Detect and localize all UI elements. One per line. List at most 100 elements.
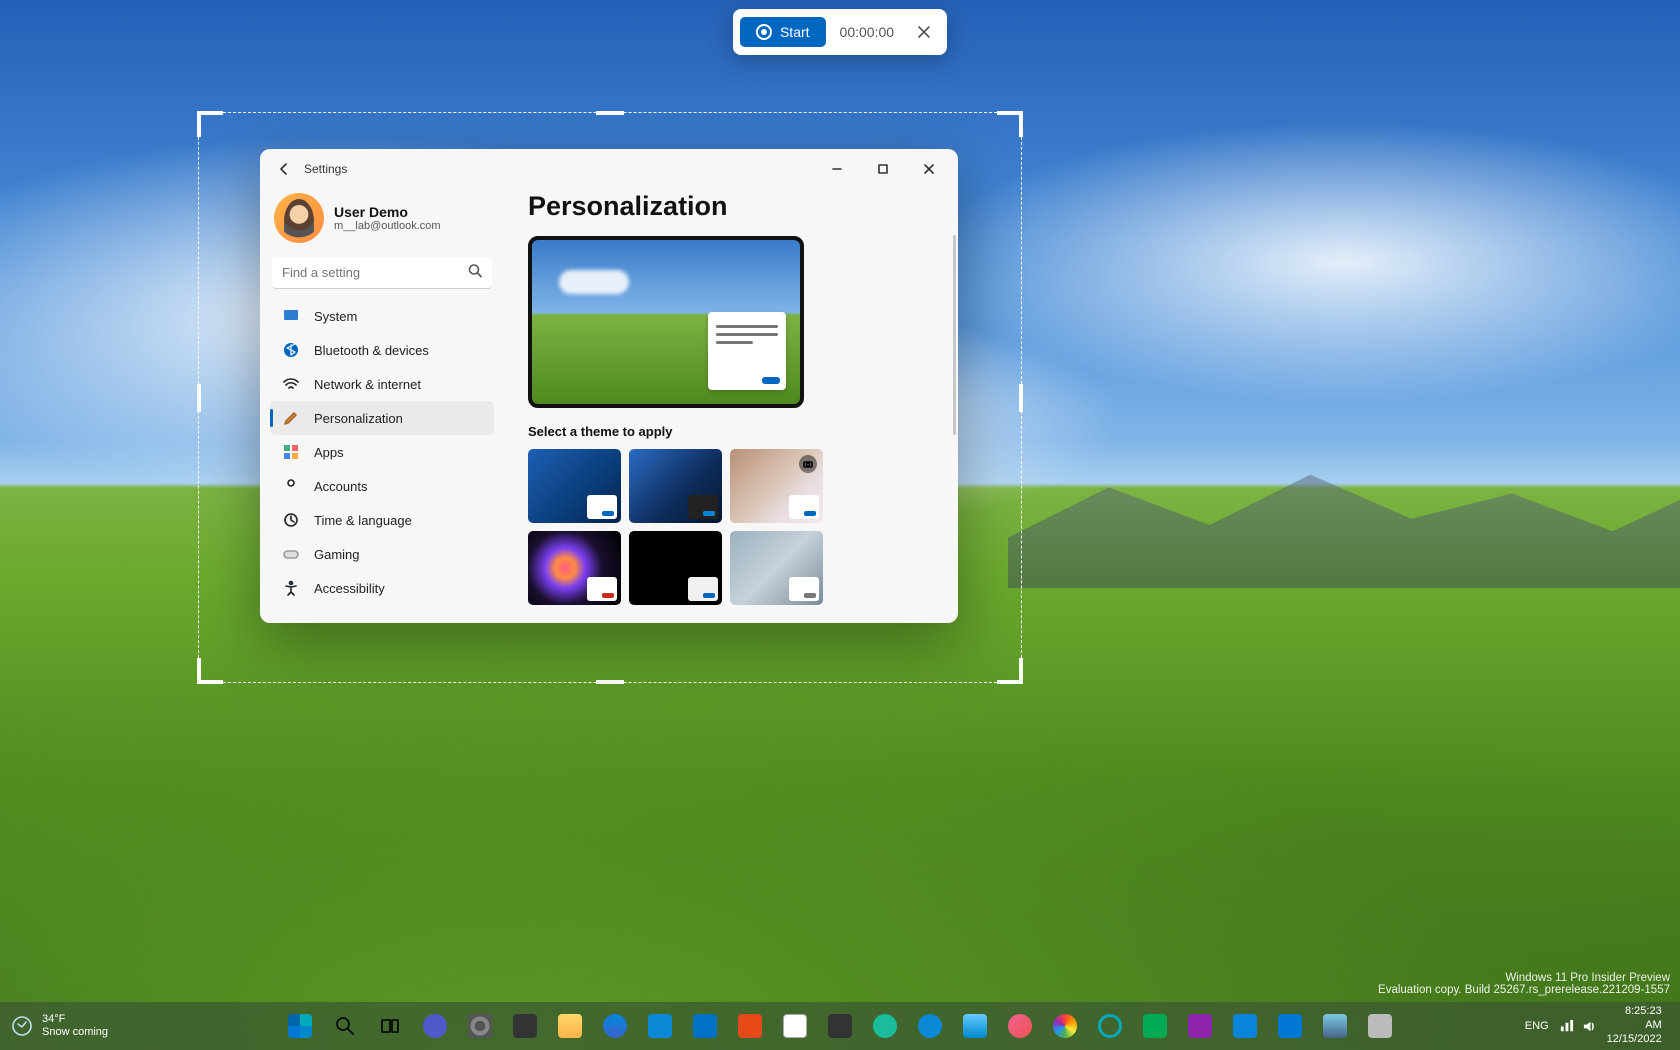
avatar (274, 193, 324, 243)
screen-recorder-toolbar: Start 00:00:00 (733, 9, 947, 55)
nav-network[interactable]: Network & internet (270, 367, 494, 401)
app-icon-h[interactable] (1225, 1006, 1265, 1046)
taskbar: 34°F Snow coming ENG (0, 1002, 1680, 1050)
person-icon (282, 477, 300, 495)
nav-accounts[interactable]: Accounts (270, 469, 494, 503)
tray-lang[interactable]: ENG (1525, 1020, 1549, 1032)
calculator-icon[interactable] (820, 1006, 860, 1046)
watermark-line1: Windows 11 Pro Insider Preview (1378, 972, 1670, 984)
user-email: m__lab@outlook.com (334, 220, 441, 232)
maximize-button[interactable] (860, 153, 906, 185)
build-watermark: Windows 11 Pro Insider Preview Evaluatio… (1378, 972, 1670, 996)
monitor-icon (282, 307, 300, 325)
theme-option-light[interactable] (528, 449, 621, 523)
edge-icon[interactable] (595, 1006, 635, 1046)
marquee-handle-bottom[interactable] (596, 680, 624, 684)
search-input[interactable] (272, 257, 492, 289)
clock-globe-icon (282, 511, 300, 529)
theme-option-dark[interactable] (629, 449, 722, 523)
marquee-handle-left[interactable] (197, 384, 201, 412)
nav-label: Time & language (314, 513, 412, 528)
weather-text: Snow coming (42, 1026, 108, 1039)
user-profile[interactable]: User Demo m__lab@outlook.com (270, 189, 494, 255)
search-button[interactable] (325, 1006, 365, 1046)
marquee-handle-tr[interactable] (997, 111, 1023, 137)
theme-option-glow[interactable] (528, 531, 621, 605)
mail-icon[interactable] (685, 1006, 725, 1046)
close-window-button[interactable] (906, 153, 952, 185)
app-icon-e[interactable] (1045, 1006, 1085, 1046)
back-button[interactable] (266, 151, 302, 187)
app-icon-a[interactable] (865, 1006, 905, 1046)
office-icon[interactable] (730, 1006, 770, 1046)
page-heading: Personalization (528, 189, 934, 236)
minimize-button[interactable] (814, 153, 860, 185)
task-view-button[interactable] (370, 1006, 410, 1046)
nav-bluetooth[interactable]: Bluetooth & devices (270, 333, 494, 367)
nav-label: Network & internet (314, 377, 421, 392)
app-icon-i[interactable] (1315, 1006, 1355, 1046)
theme-option-flow[interactable] (730, 531, 823, 605)
nav-label: Accounts (314, 479, 367, 494)
nav-apps[interactable]: Apps (270, 435, 494, 469)
minimize-icon (832, 164, 842, 174)
marquee-handle-bl[interactable] (197, 658, 223, 684)
bluetooth-icon (282, 341, 300, 359)
desktop-preview[interactable] (528, 236, 804, 408)
vscode-icon[interactable] (1270, 1006, 1310, 1046)
start-button[interactable] (280, 1006, 320, 1046)
close-icon (924, 164, 934, 174)
taskbar-clock[interactable]: 8:25:23 AM 12/15/2022 (1607, 1005, 1662, 1046)
nav-system[interactable]: System (270, 299, 494, 333)
marquee-handle-right[interactable] (1019, 384, 1023, 412)
system-tray: ENG 8:25:23 AM 12/15/2022 (1515, 1005, 1673, 1046)
window-title: Settings (304, 162, 347, 176)
clock-date: 12/15/2022 (1607, 1033, 1662, 1047)
app-icon-d[interactable] (1000, 1006, 1040, 1046)
terminal-icon[interactable] (505, 1006, 545, 1046)
themes-label: Select a theme to apply (528, 424, 934, 439)
marquee-handle-br[interactable] (997, 658, 1023, 684)
marquee-handle-top[interactable] (596, 111, 624, 115)
nav-label: Personalization (314, 411, 403, 426)
start-recording-button[interactable]: Start (740, 17, 826, 47)
settings-icon[interactable] (460, 1006, 500, 1046)
settings-window: Settings User Demo m__lab@outlook.com (260, 149, 958, 623)
taskbar-weather[interactable]: 34°F Snow coming (10, 1013, 108, 1039)
theme-option-spotlight[interactable] (730, 449, 823, 523)
notepad-icon[interactable] (775, 1006, 815, 1046)
scrollbar[interactable] (953, 235, 956, 435)
nav-accessibility[interactable]: Accessibility (270, 571, 494, 605)
explorer-icon[interactable] (550, 1006, 590, 1046)
app-icon-g[interactable] (1180, 1006, 1220, 1046)
app-icon-b[interactable] (910, 1006, 950, 1046)
nav-gaming[interactable]: Gaming (270, 537, 494, 571)
search-icon (468, 264, 482, 283)
nav-personalization[interactable]: Personalization (270, 401, 494, 435)
nav-list: System Bluetooth & devices Network & int… (270, 299, 494, 605)
arrow-left-icon (277, 162, 291, 176)
paintbrush-icon (282, 409, 300, 427)
watermark-line2: Evaluation copy. Build 25267.rs_prerelea… (1378, 984, 1670, 996)
wifi-icon (282, 375, 300, 393)
app-icon-f[interactable] (1135, 1006, 1175, 1046)
nav-time[interactable]: Time & language (270, 503, 494, 537)
tray-icons[interactable] (1559, 1019, 1597, 1034)
store-icon[interactable] (640, 1006, 680, 1046)
nav-label: Accessibility (314, 581, 385, 596)
nav-label: Gaming (314, 547, 360, 562)
marquee-handle-tl[interactable] (197, 111, 223, 137)
clock-time: 8:25:23 AM (1607, 1005, 1662, 1033)
network-tray-icon (1559, 1019, 1574, 1034)
start-label: Start (780, 24, 810, 40)
close-recorder-button[interactable] (908, 16, 940, 48)
taskbar-pinned (280, 1006, 1400, 1046)
teams-icon[interactable] (415, 1006, 455, 1046)
maximize-icon (878, 164, 888, 174)
camera-icon (799, 455, 817, 473)
app-icon-j[interactable] (1360, 1006, 1400, 1046)
app-icon-c[interactable] (955, 1006, 995, 1046)
cortana-icon[interactable] (1090, 1006, 1130, 1046)
theme-grid (528, 449, 934, 605)
theme-option-contrast[interactable] (629, 531, 722, 605)
